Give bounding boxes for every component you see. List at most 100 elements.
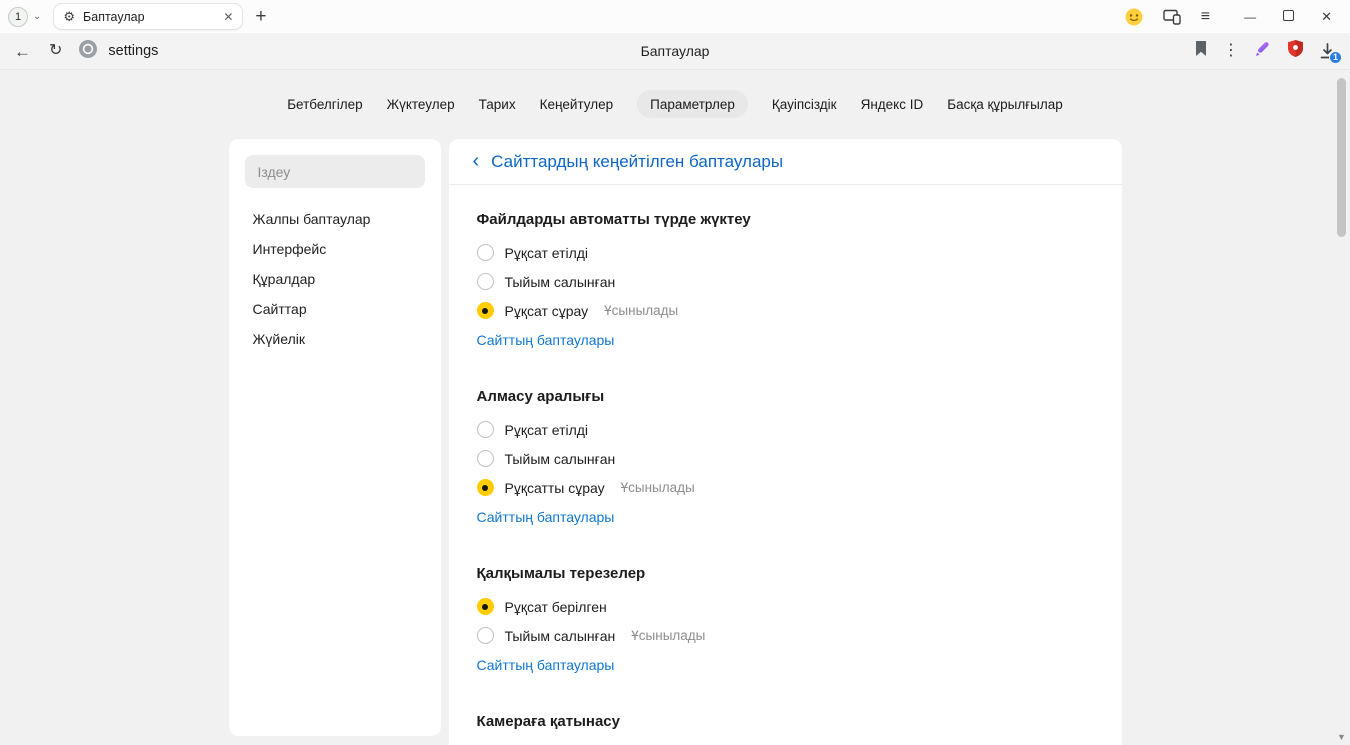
radio-label: Тыйым салынған — [505, 274, 616, 290]
site-settings-link[interactable]: Сайттың баптаулары — [477, 332, 615, 348]
radio-option[interactable]: Тыйым салынған — [477, 444, 1094, 473]
settings-section: Алмасу аралығы Рұқсат етілді Тыйым салын… — [477, 388, 1094, 527]
option-list: Рұқсат етілді Тыйым салынған Рұқсатты сұ… — [477, 415, 1094, 502]
tab-strip: 1 ⌄ ⚙ Баптаулар ✕ + — [0, 0, 1350, 33]
settings-nav-tab[interactable]: Яндекс ID — [861, 90, 924, 118]
radio-label: Рұқсат етілді — [505, 422, 589, 438]
settings-section: Қалқымалы терезелер Рұқсат берілген Тыйы… — [477, 565, 1094, 675]
browser-menu-icon[interactable]: ≡ — [1201, 9, 1210, 25]
radio-option[interactable]: Тыйым салынған Ұсынылады — [477, 621, 1094, 650]
tab-gear-icon: ⚙ — [63, 10, 75, 23]
tab-strip-right: ≡ — ✕ — [1125, 8, 1340, 26]
tab-title: Баптаулар — [83, 10, 215, 24]
radio-label: Рұқсатты сұрау — [505, 480, 605, 496]
sidebar-item[interactable]: Жүйелік — [245, 324, 425, 354]
maximize-button[interactable] — [1283, 8, 1294, 26]
radio-label: Тыйым салынған — [505, 628, 616, 644]
search-placeholder: Іздеу — [258, 164, 291, 180]
settings-panel: ‹ Сайттардың кеңейтілген баптаулары Файл… — [449, 139, 1122, 745]
site-settings-link[interactable]: Сайттың баптаулары — [477, 657, 615, 673]
search-input[interactable]: Іздеу — [245, 155, 425, 188]
sections: Файлдарды автоматты түрде жүктеу Рұқсат … — [477, 211, 1094, 675]
downloads-button[interactable]: 1 — [1319, 43, 1336, 60]
option-list: Рұқсат етілді Тыйым салынған Рұқсат сұра… — [477, 238, 1094, 325]
option-list: Рұқсат берілген Тыйым салынған Ұсынылады — [477, 592, 1094, 650]
sidebar-item[interactable]: Жалпы баптаулар — [245, 204, 425, 234]
sidebar-list: Жалпы баптауларИнтерфейсҚұралдарСайттарЖ… — [245, 204, 425, 354]
recommended-badge: Ұсынылады — [631, 628, 705, 643]
url-text[interactable]: settings — [108, 43, 158, 59]
site-settings-link[interactable]: Сайттың баптаулары — [477, 509, 615, 525]
settings-nav-tab[interactable]: Қауіпсіздік — [772, 90, 837, 118]
panel-body: Файлдарды автоматты түрде жүктеу Рұқсат … — [449, 185, 1122, 745]
sidebar-item[interactable]: Интерфейс — [245, 234, 425, 264]
radio-option[interactable]: Тыйым салынған — [477, 267, 1094, 296]
settings-nav-tab[interactable]: Бетбелгілер — [287, 90, 362, 118]
radio-icon[interactable] — [477, 273, 494, 290]
radio-option[interactable]: Рұқсат берілген — [477, 592, 1094, 621]
sidebar-item[interactable]: Сайттар — [245, 294, 425, 324]
address-bar[interactable]: settings — [78, 39, 158, 64]
protect-shield-icon[interactable] — [1287, 39, 1304, 63]
page-scrollbar[interactable]: ▼ — [1333, 70, 1350, 745]
profile-avatar[interactable] — [1125, 8, 1143, 26]
radio-label: Рұқсат берілген — [505, 599, 607, 615]
radio-label: Рұқсат сұрау — [505, 303, 589, 319]
radio-icon[interactable] — [477, 421, 494, 438]
site-icon[interactable] — [78, 39, 98, 64]
page-title[interactable]: Сайттардың кеңейтілген баптаулары — [491, 152, 783, 172]
header-back-icon[interactable]: ‹ — [473, 151, 480, 171]
settings-nav-tab[interactable]: Параметрлер — [637, 90, 748, 118]
tab-group-count[interactable]: 1 — [8, 7, 28, 27]
alice-pen-icon[interactable] — [1254, 40, 1272, 63]
section-title: Алмасу аралығы — [477, 388, 1094, 405]
radio-icon[interactable] — [477, 302, 494, 319]
radio-icon[interactable] — [477, 598, 494, 615]
tab-close-icon[interactable]: ✕ — [223, 10, 233, 24]
settings-nav: Бетбелгілер Жүктеулер Тарих Кеңейтулер Парам… — [0, 70, 1350, 118]
devices-sync-icon[interactable] — [1163, 9, 1181, 25]
settings-page: Бетбелгілер Жүктеулер Тарих Кеңейтулер Парам… — [0, 70, 1350, 745]
radio-label: Тыйым салынған — [505, 451, 616, 467]
tab-group[interactable]: 1 ⌄ — [8, 7, 43, 27]
panel-header: ‹ Сайттардың кеңейтілген баптаулары — [449, 139, 1122, 185]
settings-nav-tab[interactable]: Кеңейтулер — [540, 90, 614, 118]
more-menu-icon[interactable]: ⋮ — [1223, 43, 1239, 59]
scrollbar-thumb[interactable] — [1337, 78, 1346, 237]
maximize-icon — [1283, 10, 1294, 21]
radio-option[interactable]: Рұқсат етілді — [477, 415, 1094, 444]
section-title: Қалқымалы терезелер — [477, 565, 1094, 582]
settings-nav-tab[interactable]: Тарих — [479, 90, 516, 118]
address-toolbar: ← ↻ settings Баптаулар ⋮ — [0, 33, 1350, 70]
radio-icon[interactable] — [477, 244, 494, 261]
toolbar-right: ⋮ — [1194, 39, 1336, 63]
tab-group-chevron-icon[interactable]: ⌄ — [31, 11, 43, 22]
radio-icon[interactable] — [477, 479, 494, 496]
section-title: Камераға қатынасу — [477, 713, 1094, 730]
radio-icon[interactable] — [477, 627, 494, 644]
new-tab-button[interactable]: + — [255, 7, 266, 26]
bookmark-icon[interactable] — [1194, 40, 1208, 62]
radio-option[interactable]: Рұқсат етілді — [477, 238, 1094, 267]
radio-option[interactable]: Рұқсатты сұрау Ұсынылады — [477, 473, 1094, 502]
radio-label: Рұқсат етілді — [505, 245, 589, 261]
settings-section: Файлдарды автоматты түрде жүктеу Рұқсат … — [477, 211, 1094, 350]
back-button[interactable]: ← — [14, 43, 31, 60]
radio-icon[interactable] — [477, 450, 494, 467]
refresh-button[interactable]: ↻ — [49, 43, 62, 59]
camera-section: Камераға қатынасу cv9734_azurewave_camer… — [477, 713, 1094, 745]
section-title: Файлдарды автоматты түрде жүктеу — [477, 211, 1094, 228]
omnibox-page-title: Баптаулар — [641, 43, 710, 59]
browser-window: 1 ⌄ ⚙ Баптаулар ✕ + — [0, 0, 1350, 745]
sidebar-item[interactable]: Құралдар — [245, 264, 425, 294]
close-window-button[interactable]: ✕ — [1321, 9, 1332, 25]
minimize-button[interactable]: — — [1244, 10, 1256, 24]
browser-tab[interactable]: ⚙ Баптаулар ✕ — [53, 3, 243, 30]
window-controls: — ✕ — [1244, 8, 1340, 26]
settings-nav-tab[interactable]: Жүктеулер — [387, 90, 455, 118]
recommended-badge: Ұсынылады — [604, 303, 678, 318]
settings-nav-tab[interactable]: Басқа құрылғылар — [947, 90, 1063, 118]
scrollbar-down-arrow[interactable]: ▼ — [1333, 732, 1350, 742]
download-badge: 1 — [1329, 51, 1342, 64]
radio-option[interactable]: Рұқсат сұрау Ұсынылады — [477, 296, 1094, 325]
